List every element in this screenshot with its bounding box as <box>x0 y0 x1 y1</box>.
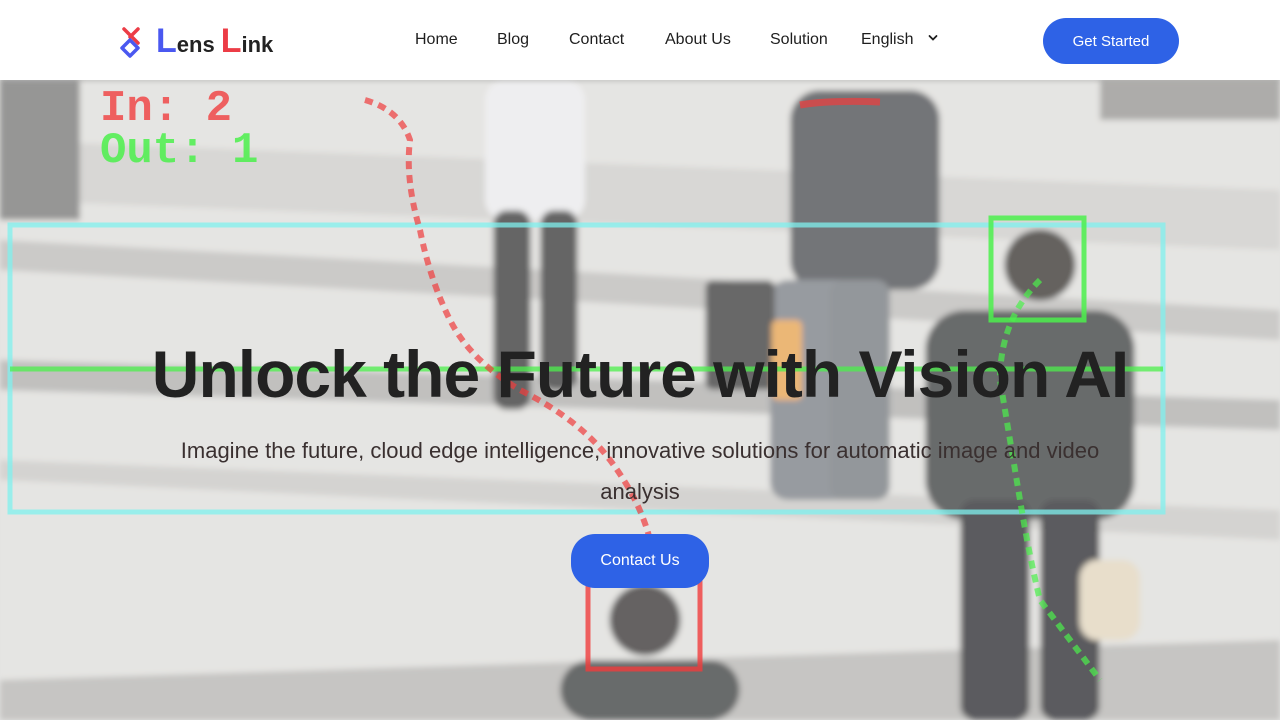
nav-item-contact[interactable]: Contact <box>569 31 624 49</box>
site-header: Lens Link Home Blog Contact About Us Solu… <box>0 0 1280 80</box>
hero-section: In: 2 Out: 1 Unlock the Future with Visi… <box>0 80 1280 720</box>
logo-mark-icon <box>120 27 140 58</box>
out-counter: Out: 1 <box>100 126 258 176</box>
hero-title: Unlock the Future with Vision AI <box>151 337 1129 411</box>
nav-item-blog[interactable]: Blog <box>497 31 529 49</box>
contact-us-button[interactable]: Contact Us <box>571 534 709 588</box>
nav-item-solution[interactable]: Solution <box>770 31 828 49</box>
get-started-button[interactable]: Get Started <box>1043 18 1179 64</box>
language-select[interactable]: English <box>861 31 913 49</box>
nav-item-about-us[interactable]: About Us <box>665 31 731 49</box>
hero-subtitle: Imagine the future, cloud edge intellige… <box>180 438 1100 504</box>
logo-wordmark: Lens Link <box>156 22 274 60</box>
nav-item-home[interactable]: Home <box>415 31 458 49</box>
chevron-down-icon[interactable] <box>928 33 938 43</box>
